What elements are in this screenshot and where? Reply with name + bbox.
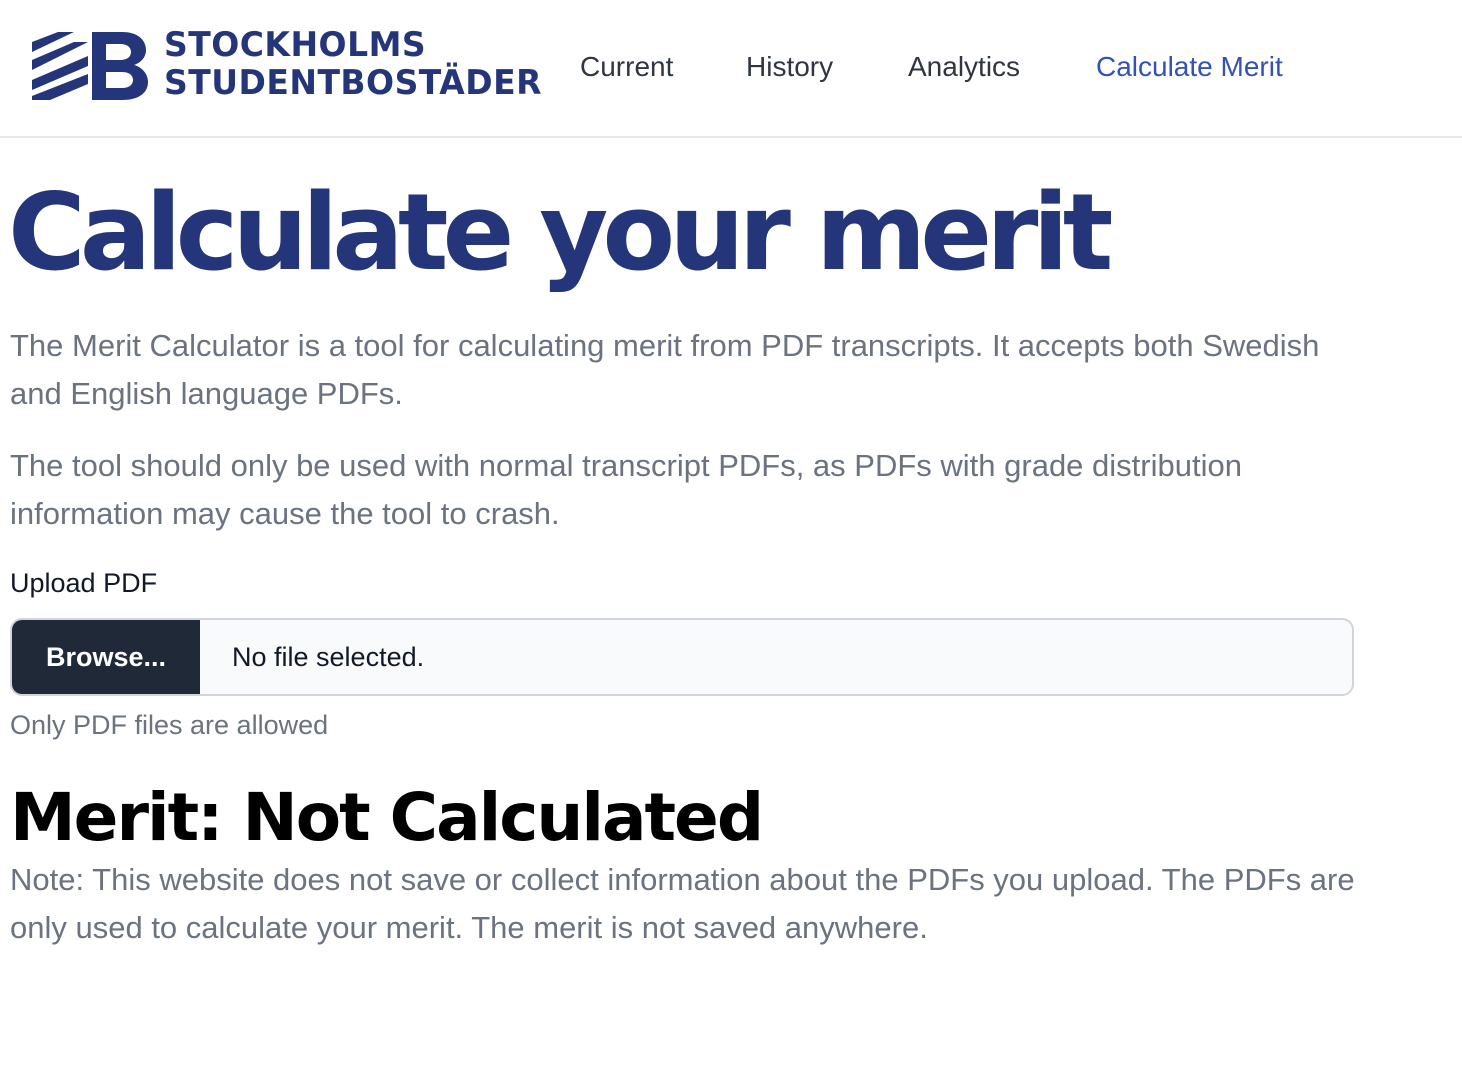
file-status-text: No file selected. [232, 642, 425, 672]
sssb-logo-icon [32, 32, 148, 100]
warning-paragraph: The tool should only be used with normal… [10, 448, 1242, 531]
pdf-file-input[interactable]: Browse... No file selected. [10, 618, 1354, 696]
page-title: Calculate your merit [8, 171, 1113, 294]
site-logo[interactable]: STOCKHOLMS STUDENTBOSTÄDER [30, 26, 542, 106]
merit-result-heading: Merit: Not Calculated [10, 779, 764, 856]
nav-link-analytics[interactable]: Analytics [908, 48, 1020, 86]
site-header: STOCKHOLMS STUDENTBOSTÄDER Current Histo… [0, 0, 1462, 138]
logo-wordmark: STOCKHOLMS STUDENTBOSTÄDER [164, 26, 554, 102]
nav-link-calculate-merit[interactable]: Calculate Merit [1096, 48, 1283, 86]
upload-pdf-label: Upload PDF [10, 568, 158, 598]
browse-button[interactable]: Browse... [12, 620, 200, 694]
logo-line-1: STOCKHOLMS [164, 25, 427, 65]
privacy-note: Note: This website does not save or coll… [10, 862, 1355, 945]
upload-helper-text: Only PDF files are allowed [10, 710, 329, 740]
nav-link-history[interactable]: History [746, 48, 833, 86]
intro-paragraph: The Merit Calculator is a tool for calcu… [10, 328, 1320, 411]
nav-link-current[interactable]: Current [580, 48, 673, 86]
logo-line-2: STUDENTBOSTÄDER [164, 63, 542, 103]
